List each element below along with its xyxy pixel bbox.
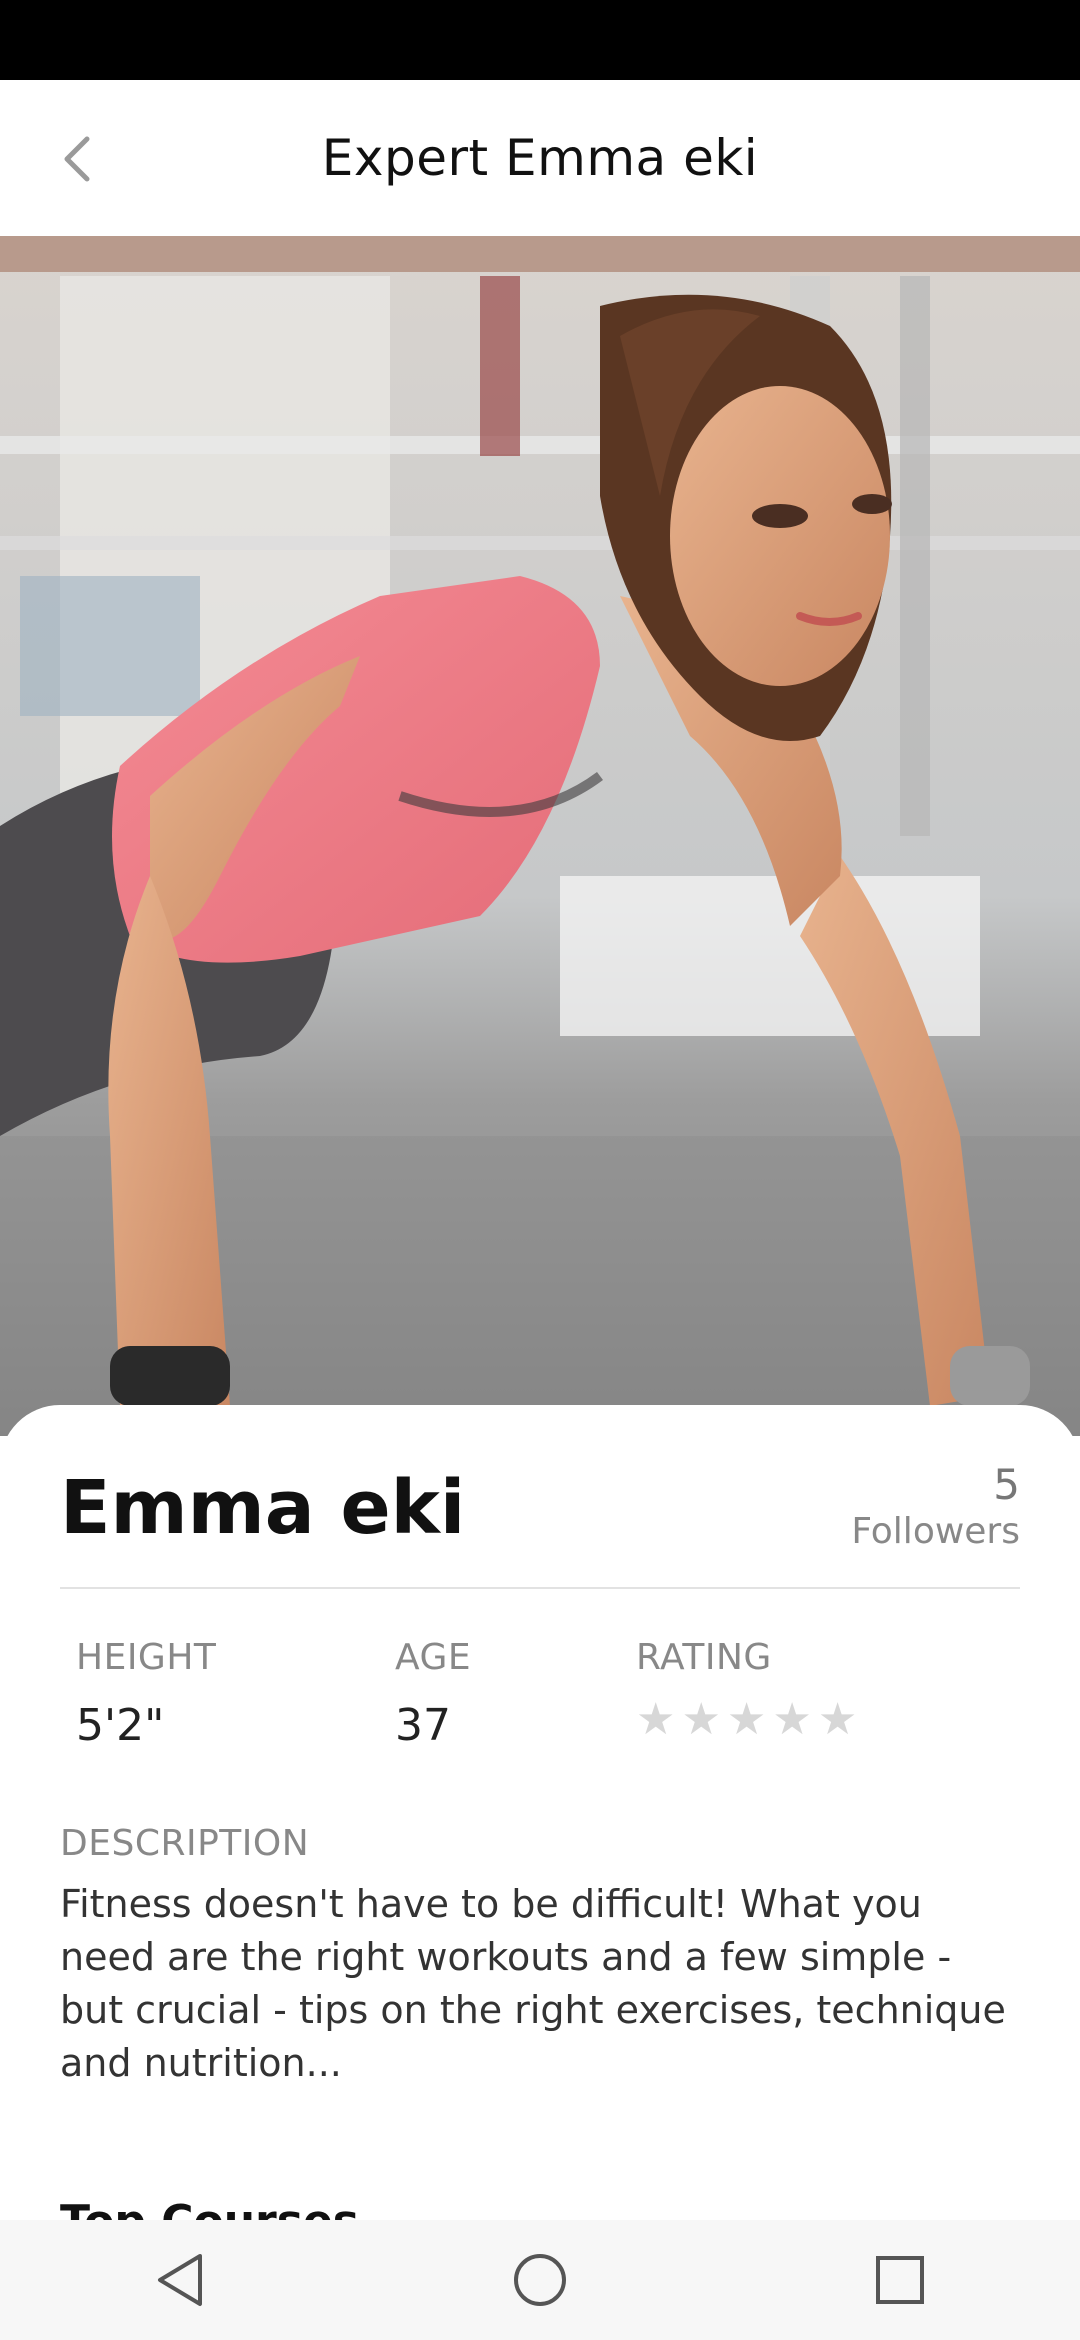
- system-nav-bar: [0, 2220, 1080, 2340]
- age-label: AGE: [395, 1637, 472, 1678]
- chevron-left-icon: [64, 136, 90, 182]
- square-recents-icon: [876, 2256, 924, 2304]
- nav-home-button[interactable]: [480, 2220, 600, 2340]
- star-icon: ★: [726, 1694, 767, 1745]
- expert-name: Emma eki: [60, 1465, 466, 1551]
- divider: [60, 1587, 1020, 1589]
- circle-home-icon: [514, 2254, 566, 2306]
- star-icon: ★: [681, 1694, 721, 1745]
- screen: Expert Emma eki Emma eki 5 Followers HEI…: [0, 0, 1080, 2340]
- triangle-back-icon: [158, 2254, 202, 2306]
- profile-card: Emma eki 5 Followers HEIGHT 5'2" AGE 37 …: [0, 1405, 1080, 2247]
- nav-back-button[interactable]: [120, 2220, 240, 2340]
- age-value: 37: [395, 1700, 451, 1751]
- followers-label: Followers: [851, 1511, 1020, 1552]
- nav-recents-button[interactable]: [840, 2220, 960, 2340]
- app-bar: Expert Emma eki: [0, 80, 1080, 236]
- back-button[interactable]: [44, 124, 108, 194]
- followers-count: 5: [993, 1460, 1020, 1509]
- description-text: Fitness doesn't have to be difficult! Wh…: [60, 1882, 1006, 2085]
- star-icon: ★: [772, 1694, 812, 1745]
- trainer-photo: [0, 236, 1080, 1436]
- star-icon: ★: [636, 1694, 676, 1745]
- rating-label: RATING: [636, 1637, 772, 1678]
- height-value: 5'2": [76, 1700, 165, 1751]
- height-label: HEIGHT: [76, 1637, 217, 1678]
- rating-stars: ★ ★ ★ ★ ★: [636, 1698, 857, 1742]
- status-bar: [0, 0, 1080, 80]
- page-title: Expert Emma eki: [321, 129, 759, 187]
- description-label: DESCRIPTION: [60, 1823, 310, 1864]
- star-icon: ★: [817, 1694, 858, 1745]
